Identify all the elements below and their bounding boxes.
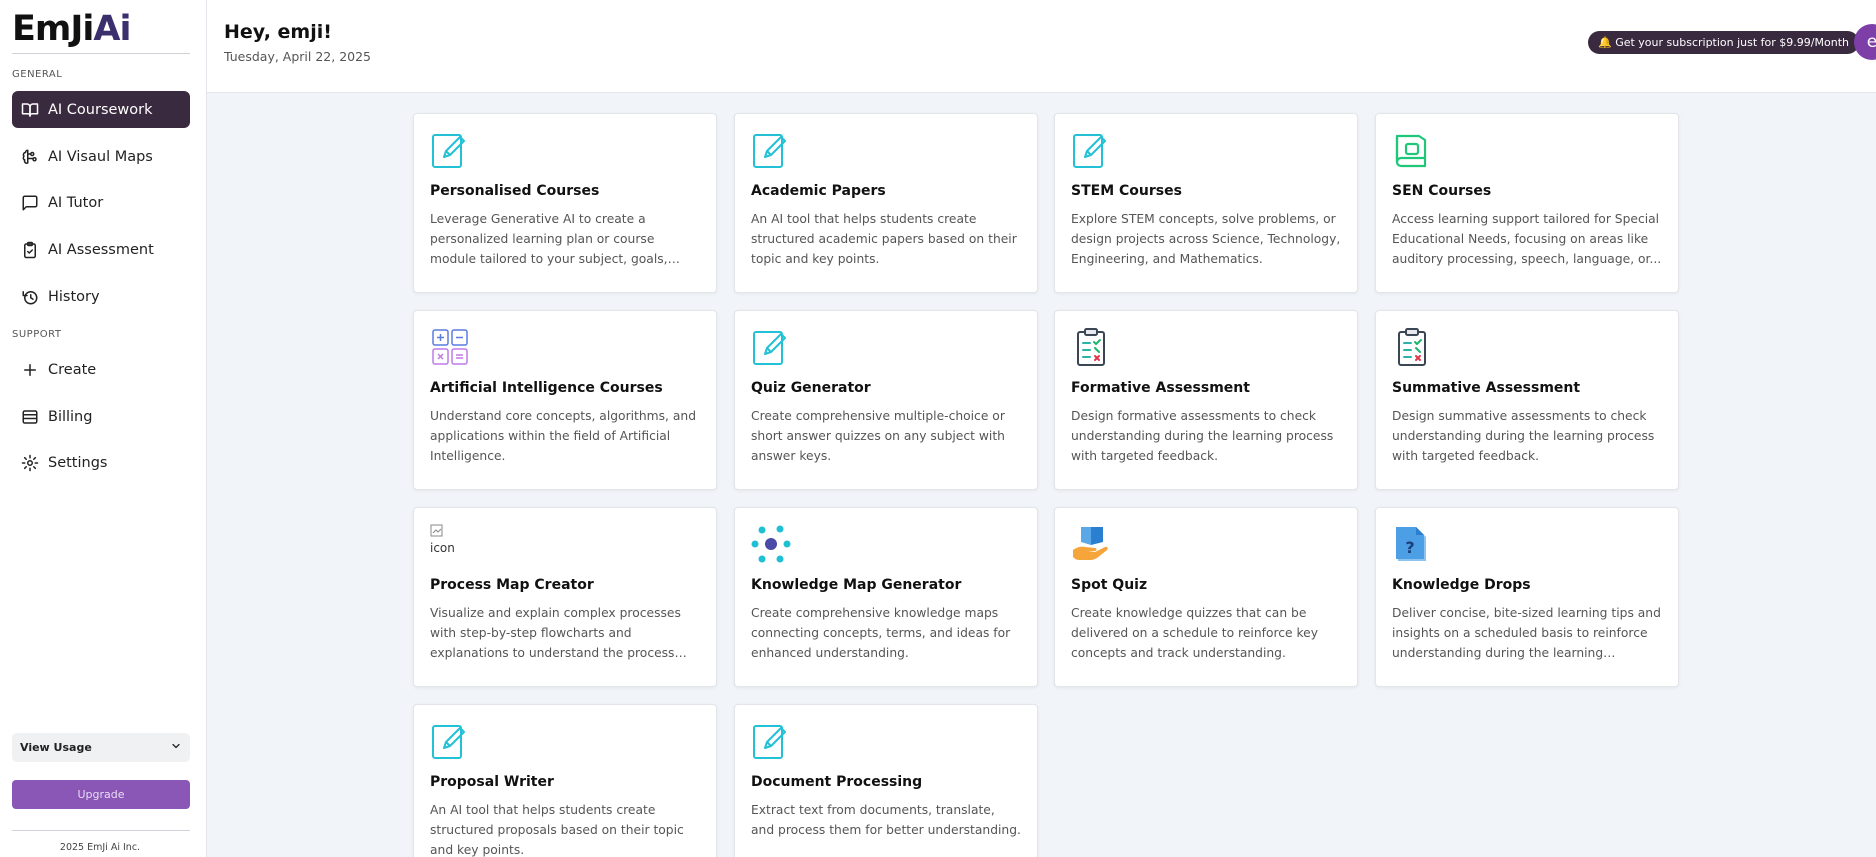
tool-card-personalised-courses[interactable]: Personalised Courses Leverage Generative… <box>413 113 717 293</box>
clipboard-checklist-icon <box>1071 327 1111 367</box>
history-icon <box>20 287 40 307</box>
sidebar-item-label: AI Coursework <box>48 101 153 118</box>
upgrade-button[interactable]: Upgrade <box>12 780 190 809</box>
sidebar-item-label: Billing <box>48 408 93 425</box>
question-doc-icon: ? <box>1392 524 1432 564</box>
clipboard-check-icon <box>20 240 40 260</box>
card-title: STEM Courses <box>1071 183 1182 199</box>
card-title: Document Processing <box>751 774 923 790</box>
svg-text:?: ? <box>1405 538 1414 557</box>
tool-card-proposal-writer[interactable]: Proposal Writer An AI tool that helps st… <box>413 704 717 857</box>
view-usage-label: View Usage <box>20 741 92 754</box>
tool-card-summative-assessment[interactable]: Summative Assessment Design summative as… <box>1375 310 1679 490</box>
pencil-note-icon <box>430 721 470 761</box>
calculator-grid-icon <box>430 327 470 367</box>
card-title: Proposal Writer <box>430 774 554 790</box>
billing-icon <box>20 407 40 427</box>
card-title: Knowledge Map Generator <box>751 577 962 593</box>
hand-book-icon <box>1071 524 1111 564</box>
chat-icon <box>20 193 40 213</box>
pencil-note-icon <box>751 327 791 367</box>
pencil-note-icon <box>751 130 791 170</box>
subscription-banner[interactable]: 🔔 Get your subscription just for $9.99/M… <box>1588 31 1859 54</box>
sidebar-item-label: AI Tutor <box>48 194 104 211</box>
tool-card-artificial-intelligence-courses[interactable]: Artificial Intelligence Courses Understa… <box>413 310 717 490</box>
network-icon <box>751 524 791 564</box>
card-title: Personalised Courses <box>430 183 600 199</box>
sidebar-item-ai-assessment[interactable]: AI Assessment <box>12 231 190 268</box>
card-description: Access learning support tailored for Spe… <box>1392 212 1662 266</box>
sidebar-item-label: AI Visaul Maps <box>48 148 153 165</box>
tool-card-academic-papers[interactable]: Academic Papers An AI tool that helps st… <box>734 113 1038 293</box>
card-description: An AI tool that helps students create st… <box>430 803 684 857</box>
tool-card-stem-courses[interactable]: STEM Courses Explore STEM concepts, solv… <box>1054 113 1358 293</box>
top-header: Hey, emji! Tuesday, April 22, 2025 🔔 Get… <box>207 0 1876 93</box>
pencil-note-icon <box>1071 130 1111 170</box>
card-title: Quiz Generator <box>751 380 871 396</box>
card-title: Artificial Intelligence Courses <box>430 380 663 396</box>
current-date: Tuesday, April 22, 2025 <box>224 49 372 64</box>
section-label-general: GENERAL <box>12 69 63 80</box>
section-label-support: SUPPORT <box>12 329 62 340</box>
card-title: Summative Assessment <box>1392 380 1581 396</box>
tool-card-formative-assessment[interactable]: Formative Assessment Design formative as… <box>1054 310 1358 490</box>
app-logo[interactable]: EmJiAi <box>12 8 132 50</box>
card-title: Process Map Creator <box>430 577 594 593</box>
sidebar-item-label: Settings <box>48 454 108 471</box>
sidebar-item-billing[interactable]: Billing <box>12 398 190 435</box>
sidebar-item-label: History <box>48 288 100 305</box>
avatar[interactable]: e <box>1854 24 1876 60</box>
sidebar-item-ai-tutor[interactable]: AI Tutor <box>12 184 190 221</box>
card-description: Explore STEM concepts, solve problems, o… <box>1071 212 1341 266</box>
tool-card-quiz-generator[interactable]: Quiz Generator Create comprehensive mult… <box>734 310 1038 490</box>
plus-icon <box>20 360 40 380</box>
tool-card-process-map-creator[interactable]: icon Process Map Creator Visualize and e… <box>413 507 717 687</box>
divider <box>12 830 190 831</box>
sidebar-item-label: AI Assessment <box>48 241 154 258</box>
sidebar: EmJiAi GENERAL AI Coursework AI Visaul M… <box>0 0 207 857</box>
card-title: Knowledge Drops <box>1392 577 1531 593</box>
tool-card-sen-courses[interactable]: SEN Courses Access learning support tail… <box>1375 113 1679 293</box>
divider <box>12 53 190 54</box>
card-description: Design summative assessments to check un… <box>1392 409 1655 463</box>
pencil-note-icon <box>751 721 791 761</box>
tool-card-document-processing[interactable]: Document Processing Extract text from do… <box>734 704 1038 857</box>
card-description: An AI tool that helps students create st… <box>751 212 1017 266</box>
card-description: Create comprehensive multiple-choice or … <box>751 409 1005 463</box>
sidebar-item-label: Create <box>48 361 97 378</box>
card-title: Academic Papers <box>751 183 886 199</box>
card-description: Create comprehensive knowledge maps conn… <box>751 606 1011 660</box>
card-description: Understand core concepts, algorithms, an… <box>430 409 696 463</box>
gear-icon <box>20 453 40 473</box>
card-title: SEN Courses <box>1392 183 1492 199</box>
sidebar-item-ai-coursework[interactable]: AI Coursework <box>12 91 190 128</box>
card-title: Formative Assessment <box>1071 380 1250 396</box>
greeting-title: Hey, emji! <box>224 21 332 43</box>
tool-card-knowledge-map-generator[interactable]: Knowledge Map Generator Create comprehen… <box>734 507 1038 687</box>
sidebar-item-ai-visual-maps[interactable]: AI Visaul Maps <box>12 138 190 175</box>
chevron-down-icon <box>170 740 182 755</box>
card-description: Design formative assessments to check un… <box>1071 409 1334 463</box>
card-description: Leverage Generative AI to create a perso… <box>430 212 668 266</box>
green-book-icon <box>1392 130 1432 170</box>
card-description: Create knowledge quizzes that can be del… <box>1071 606 1319 660</box>
tool-card-knowledge-drops[interactable]: ? Knowledge Drops Deliver concise, bite-… <box>1375 507 1679 687</box>
copyright-footer: 2025 EmJi Ai Inc. <box>59 842 141 853</box>
brain-icon <box>20 147 40 167</box>
book-icon <box>20 100 40 120</box>
sidebar-item-settings[interactable]: Settings <box>12 444 190 481</box>
tool-card-spot-quiz[interactable]: Spot Quiz Create knowledge quizzes that … <box>1054 507 1358 687</box>
sidebar-item-history[interactable]: History <box>12 278 190 315</box>
pencil-note-icon <box>430 130 470 170</box>
clipboard-checklist-icon <box>1392 327 1432 367</box>
sidebar-item-create[interactable]: Create <box>12 351 190 388</box>
card-title: Spot Quiz <box>1071 577 1148 593</box>
card-description: Deliver concise, bite-sized learning tip… <box>1392 606 1661 660</box>
view-usage-dropdown[interactable]: View Usage <box>12 733 190 762</box>
broken-image-icon: icon <box>430 524 470 564</box>
card-description: Visualize and explain complex processes … <box>430 606 681 660</box>
card-description: Extract text from documents, translate, … <box>751 803 1021 837</box>
